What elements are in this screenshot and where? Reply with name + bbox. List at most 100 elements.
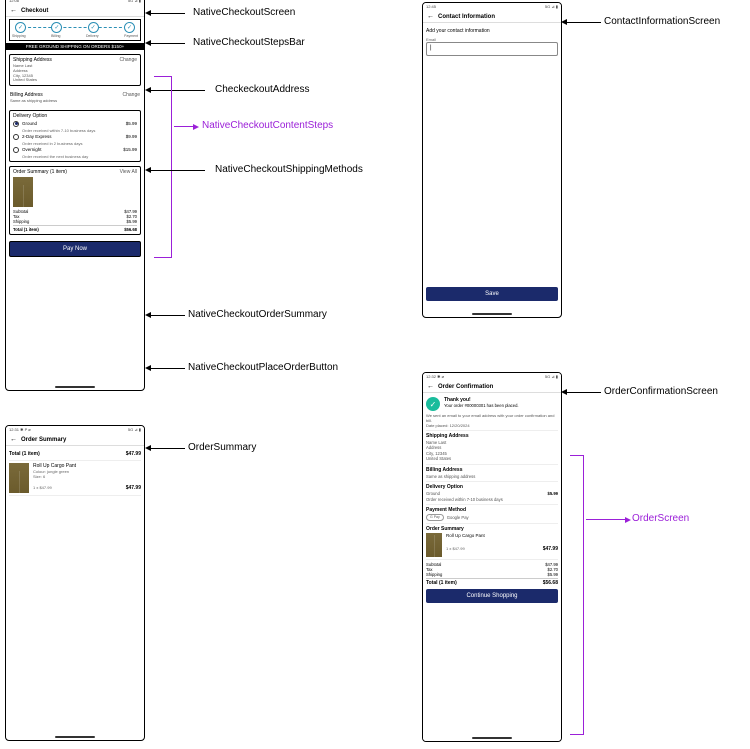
save-button[interactable]: Save: [426, 287, 558, 301]
delivery-option[interactable]: Overnight$15.99 Order received the next …: [13, 146, 137, 159]
arrow: [566, 392, 601, 393]
back-icon[interactable]: ←: [427, 13, 434, 20]
ann-checkout-screen: NativeCheckoutScreen: [193, 7, 295, 18]
step-label: Payment: [124, 34, 138, 38]
line-total: $47.99: [543, 546, 558, 552]
step-label: Delivery: [86, 34, 99, 38]
checkout-billing-address: Billing Address Change Same as shipping …: [9, 90, 141, 106]
product-thumb: [426, 533, 442, 557]
opt-name: Overnight: [22, 147, 120, 152]
status-right: 5G ⊿ ▮: [545, 4, 558, 10]
conf-totals: Subtotal$47.99 Tax$2.70 Shipping$5.99 To…: [426, 562, 558, 586]
opt-price: $15.99: [123, 147, 137, 152]
gpay-icon: G Pay: [426, 514, 444, 521]
status-bar: 12:45 5G ⊿ ▮: [423, 3, 561, 11]
section-title: Order Summary: [426, 526, 558, 532]
delivery-option[interactable]: Ground$5.99 Order received within 7-10 b…: [13, 120, 137, 133]
delivery-option[interactable]: 2-Day Express$9.99 Order received in 2 b…: [13, 133, 137, 146]
native-checkout-order-summary: Order Summary (1 item) View All Subtotal…: [9, 166, 141, 235]
totals: Subtotal$47.99 Tax$2.70 Shipping$5.99 To…: [13, 209, 137, 232]
section-title: Payment Method: [426, 507, 558, 513]
contact-subtitle: Add your contact information: [426, 28, 558, 34]
step-dot[interactable]: ✓: [51, 22, 62, 33]
status-time: 12:08: [9, 0, 19, 4]
t-val: $56.68: [124, 227, 137, 232]
divider: [426, 464, 558, 465]
continue-shopping-button[interactable]: Continue Shopping: [426, 589, 558, 603]
bill-note: Same as shipping address: [10, 99, 140, 104]
email-note: We sent an email to your email address w…: [426, 413, 558, 423]
step-dot[interactable]: ✓: [15, 22, 26, 33]
t-label: Shipping: [426, 572, 442, 577]
status-right: 5G ⊿ ▮: [545, 374, 558, 380]
del-name: Ground: [426, 491, 440, 496]
ann-order-summary: NativeCheckoutOrderSummary: [188, 309, 327, 320]
section-title: Delivery Option: [426, 484, 558, 490]
divider: [426, 559, 558, 560]
change-link[interactable]: Change: [119, 57, 137, 63]
del-price: $5.99: [548, 491, 558, 496]
section-title: Billing Address: [426, 467, 558, 473]
status-bar: 12:31 ✱ P ⌀ 5G ⊿ ▮: [6, 426, 144, 434]
payment-section: Payment Method G Pay Google Pay: [426, 507, 558, 521]
step-dot[interactable]: ✓: [124, 22, 135, 33]
home-indicator: [55, 736, 95, 738]
delivery-title: Delivery Option: [13, 113, 47, 119]
product-name: Roll Up Cargo Pant: [446, 533, 558, 538]
t-label: Total (1 item): [13, 227, 39, 232]
change-link[interactable]: Change: [122, 92, 140, 98]
back-icon[interactable]: ←: [10, 7, 17, 14]
t-label: Shipping: [13, 219, 29, 224]
arrow: [150, 13, 185, 14]
promo-banner: FREE GROUND SHIPPING ON ORDERS $150+: [6, 43, 144, 50]
status-right: 5G ⊿ ▮: [128, 427, 141, 433]
divider: [426, 504, 558, 505]
status-right: 5G ⊿ ▮: [128, 0, 141, 4]
native-checkout-shipping-methods: Delivery Option Ground$5.99 Order receiv…: [9, 110, 141, 162]
del-note: Order received within 7-10 business days: [426, 497, 558, 502]
radio-icon[interactable]: [13, 147, 19, 153]
email-field[interactable]: |: [426, 42, 558, 56]
status-icons: ✱ ⌀: [437, 374, 444, 379]
opt-name: 2-Day Express: [22, 134, 123, 139]
bill-addr-section: Billing Address Same as shipping address: [426, 467, 558, 479]
total-row: Total (1 item) $47.99: [9, 451, 141, 457]
opt-price: $9.99: [126, 134, 137, 139]
back-icon[interactable]: ←: [427, 383, 434, 390]
delivery-section: Delivery Option Ground $5.99 Order receiv…: [426, 484, 558, 502]
home-indicator: [55, 386, 95, 388]
arrow: [174, 126, 194, 127]
checkout-title: Checkout: [21, 8, 48, 14]
arrow: [586, 519, 626, 520]
order-confirmation-screen: 12:32 ✱ ⌀ 5G ⊿ ▮ ← Order Confirmation ✓ …: [422, 372, 562, 742]
view-all-link[interactable]: View All: [120, 169, 137, 175]
ann-checkout-address: CheckeckoutAddress: [215, 84, 310, 95]
qty-price: 1 x $47.99: [33, 485, 52, 491]
check-icon: ✓: [426, 397, 440, 411]
step-dot[interactable]: ✓: [88, 22, 99, 33]
steps-row: ✓ ✓ ✓ ✓: [12, 22, 138, 33]
ann-place-order: NativeCheckoutPlaceOrderButton: [188, 362, 338, 373]
conf-title: Order Confirmation: [438, 384, 493, 390]
line-item: Roll Up Cargo Pant Colour: jungle green …: [9, 463, 141, 493]
section-title: Shipping Address: [426, 433, 558, 439]
back-icon[interactable]: ←: [10, 436, 17, 443]
arrow: [150, 43, 185, 44]
divider: [9, 460, 141, 461]
step-label: Billing: [51, 34, 60, 38]
checkout-navbar: ← Checkout: [6, 5, 144, 17]
home-indicator: [472, 737, 512, 739]
opt-name: Ground: [22, 121, 123, 126]
native-checkout-screen: 12:08 5G ⊿ ▮ ← Checkout ✓ ✓ ✓ ✓ Shipping…: [5, 0, 145, 391]
native-checkout-steps-bar: ✓ ✓ ✓ ✓ Shipping Billing Delivery Paymen…: [9, 19, 141, 41]
date-note: Date placed: 12/20/2024: [426, 423, 558, 428]
ann-steps-bar: NativeCheckoutStepsBar: [193, 37, 305, 48]
native-checkout-place-order-button[interactable]: Pay Now: [9, 241, 141, 257]
radio-icon[interactable]: [13, 121, 19, 127]
radio-icon[interactable]: [13, 134, 19, 140]
summary-title: Order Summary: [21, 437, 66, 443]
t-val: $56.68: [543, 580, 558, 586]
addr-line: United States: [13, 78, 137, 83]
ann-shipping-methods: NativeCheckoutShippingMethods: [215, 164, 363, 175]
status-time: 12:45: [426, 4, 436, 10]
